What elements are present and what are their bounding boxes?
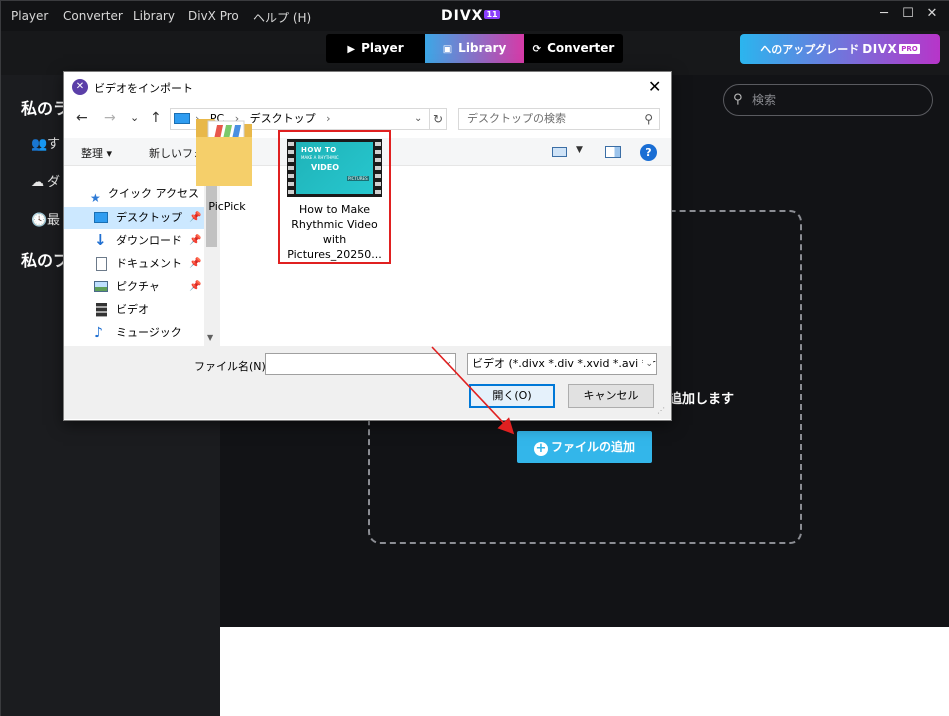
folder-icon[interactable] xyxy=(194,111,254,189)
play-icon: ▶ xyxy=(347,44,356,55)
file-name-picpick[interactable]: PicPick xyxy=(192,200,262,213)
search-icon: ⚲ xyxy=(733,92,743,107)
chevron-down-icon[interactable]: ⌄ xyxy=(643,354,653,374)
pc-icon xyxy=(174,113,190,124)
people-icon: 👥 xyxy=(31,137,48,152)
tab-converter[interactable]: ⟳ Converter xyxy=(524,34,623,63)
nav-item-music[interactable]: ♪ ミュージック xyxy=(64,322,204,344)
preview-pane-icon[interactable] xyxy=(605,146,621,158)
menu-divx-pro[interactable]: DivX Pro xyxy=(188,9,239,23)
maximize-icon[interactable]: ☐ xyxy=(900,6,916,22)
resize-grip-icon[interactable]: ⋰ xyxy=(657,406,665,415)
sidebar-heading-playlists: 私のプ xyxy=(21,251,70,270)
bottom-panel xyxy=(220,627,949,716)
library-icon: ▣ xyxy=(442,44,453,55)
minimize-icon[interactable]: ─ xyxy=(876,6,892,22)
convert-icon: ⟳ xyxy=(532,44,542,55)
app-titlebar: Player Converter Library DivX Pro ヘルプ (H… xyxy=(1,1,949,31)
tab-library[interactable]: ▣ Library xyxy=(425,34,524,63)
music-icon: ♪ xyxy=(94,325,103,341)
dialog-title: ビデオをインポート xyxy=(94,82,193,95)
pin-icon: 📌 xyxy=(189,235,202,246)
video-thumbnail: HOW TO MAKE A RHYTHMIC VIDEO PICTURES xyxy=(287,139,382,197)
sidebar-item-downloads[interactable]: ☁ ダ xyxy=(31,171,60,190)
desktop-icon xyxy=(94,212,108,223)
file-name-video: How to Make Rhythmic Video with Pictures… xyxy=(287,203,382,261)
forward-icon[interactable]: → xyxy=(104,110,116,126)
search-icon: ⚲ xyxy=(644,112,653,126)
pin-icon: 📌 xyxy=(189,281,202,292)
nav-item-documents[interactable]: ドキュメント 📌 xyxy=(64,253,204,275)
chevron-down-icon[interactable]: ▼ xyxy=(576,145,583,155)
chevron-down-icon[interactable]: ⌄ xyxy=(444,357,452,367)
scroll-down-icon[interactable]: ▼ xyxy=(207,333,213,342)
sidebar-item-recent[interactable]: 🕓最 xyxy=(31,209,60,228)
file-item-video-selected[interactable]: HOW TO MAKE A RHYTHMIC VIDEO PICTURES Ho… xyxy=(278,130,391,264)
nav-item-pictures[interactable]: ピクチャ 📌 xyxy=(64,276,204,298)
dialog-close-icon[interactable]: ✕ xyxy=(648,77,661,96)
video-icon xyxy=(96,303,107,317)
scroll-thumb[interactable] xyxy=(206,185,217,247)
tab-player[interactable]: ▶ Player xyxy=(326,34,425,63)
nav-item-downloads[interactable]: ↓ ダウンロード 📌 xyxy=(64,230,204,252)
up-icon[interactable]: ↑ xyxy=(150,110,162,126)
picture-icon xyxy=(94,281,108,292)
breadcrumb-desktop[interactable]: デスクトップ xyxy=(250,112,316,125)
back-icon[interactable]: ← xyxy=(76,110,88,126)
divx-app-icon: ✕ xyxy=(72,79,88,95)
upgrade-button[interactable]: へのアップグレード DIVX PRO xyxy=(740,34,940,64)
mode-switcher: ▶ Player ▣ Library ⟳ Converter xyxy=(326,34,623,63)
star-icon: ★ xyxy=(90,191,101,205)
document-icon xyxy=(96,257,107,271)
menu-library[interactable]: Library xyxy=(133,9,175,23)
nav-item-desktop[interactable]: デスクトップ 📌 xyxy=(64,207,204,229)
pin-icon: 📌 xyxy=(189,258,202,269)
help-icon[interactable]: ? xyxy=(640,144,657,161)
cancel-button[interactable]: キャンセル xyxy=(568,384,654,408)
filename-label: ファイル名(N): xyxy=(194,360,270,373)
recent-locations-icon[interactable]: ⌄ xyxy=(130,111,139,124)
drop-zone-text: 追加します xyxy=(669,392,735,407)
dialog-titlebar: ✕ ビデオをインポート ✕ xyxy=(64,72,671,102)
plus-icon: + xyxy=(533,441,548,456)
cloud-download-icon: ☁ xyxy=(31,175,44,190)
nav-scrollbar[interactable]: ▲ ▼ xyxy=(204,167,219,347)
download-icon: ↓ xyxy=(94,231,107,249)
menu-player[interactable]: Player xyxy=(11,9,48,23)
organize-button[interactable]: 整理 ▾ xyxy=(81,145,112,161)
dialog-footer-bg: ファイル名(N): ⌄ ビデオ (*.divx *.div *.xvid *.a… xyxy=(64,346,671,419)
open-button[interactable]: 開く(O) xyxy=(469,384,555,408)
view-options-icon[interactable] xyxy=(552,147,567,157)
file-type-select[interactable]: ビデオ (*.divx *.div *.xvid *.avi *.r ⌄ xyxy=(467,353,657,375)
nav-item-videos[interactable]: ビデオ xyxy=(64,299,204,321)
filename-input[interactable]: ⌄ xyxy=(265,353,456,375)
search-input[interactable]: ⚲ 検索 xyxy=(723,84,933,116)
menu-converter[interactable]: Converter xyxy=(63,9,123,23)
chevron-down-icon[interactable]: ⌄ xyxy=(414,109,422,129)
dialog-search-input[interactable]: デスクトップの検索 ⚲ xyxy=(458,108,660,130)
menu-help[interactable]: ヘルプ (H) xyxy=(253,9,311,26)
sidebar-heading-library: 私のラ xyxy=(21,99,70,118)
nav-quick-access[interactable]: ★ クイック アクセス xyxy=(64,183,204,205)
refresh-icon[interactable]: ↻ xyxy=(429,109,446,129)
add-file-button[interactable]: + ファイルの追加 xyxy=(517,431,652,463)
dialog-footer: ファイル名(N): ⌄ ビデオ (*.divx *.div *.xvid *.a… xyxy=(64,346,671,420)
divx-logo: DIVX 11 xyxy=(441,8,500,24)
clock-icon: 🕓 xyxy=(31,213,48,228)
navigation-pane: ★ クイック アクセス デスクトップ 📌 ↓ ダウンロード 📌 ドキュメント 📌… xyxy=(64,167,219,347)
close-icon[interactable]: ✕ xyxy=(924,6,940,22)
sidebar-item-all[interactable]: 👥す xyxy=(31,133,60,152)
